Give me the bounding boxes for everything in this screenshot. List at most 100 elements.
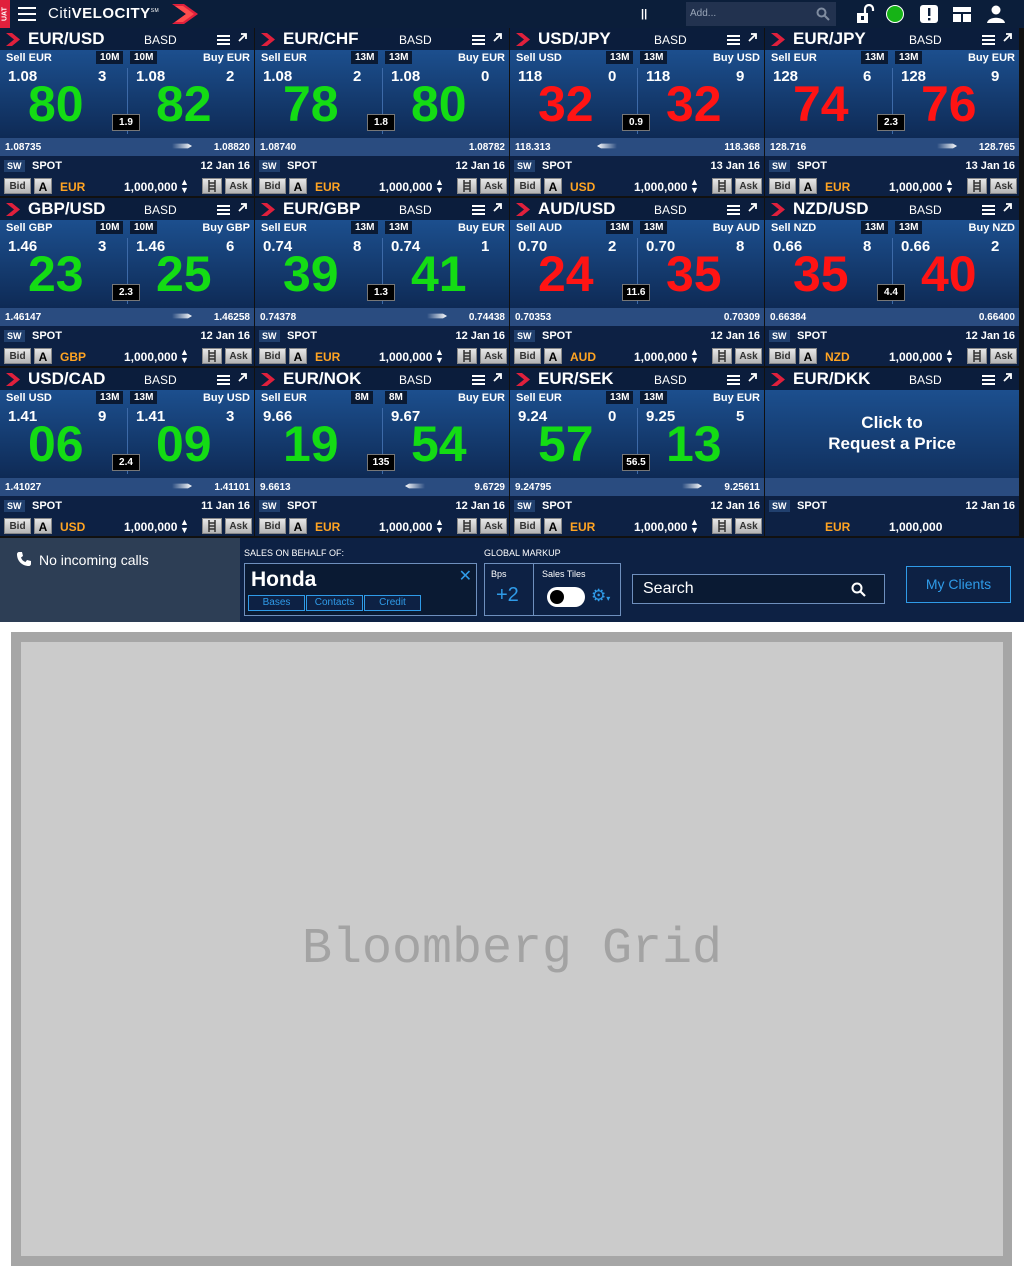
bps-value[interactable]: +2 [496,584,519,607]
notional-stepper[interactable]: ▲ ▼ [435,178,444,195]
buy-price-pips[interactable]: 40 [921,249,977,299]
tile-menu-icon[interactable] [472,35,485,47]
currency-pair[interactable]: AUD/USD [538,199,615,219]
tile-menu-icon[interactable] [472,205,485,217]
swap-button[interactable]: SW [514,500,535,512]
notional-amount[interactable]: 1,000,000 [889,520,942,534]
sell-price-pips[interactable]: 80 [28,79,84,129]
ask-button[interactable]: Ask [990,348,1017,364]
dealt-currency[interactable]: EUR [570,520,595,534]
popout-icon[interactable] [748,202,758,212]
popout-icon[interactable] [238,202,248,212]
dealt-currency[interactable]: EUR [315,350,340,364]
popout-icon[interactable] [1003,202,1013,212]
clear-client-icon[interactable]: ✕ [459,566,472,586]
search-input[interactable] [633,575,843,603]
tile-menu-icon[interactable] [727,375,740,387]
a-button[interactable]: A [289,518,307,534]
dealt-currency[interactable]: EUR [825,180,850,194]
notional-amount[interactable]: 1,000,000 [124,520,177,534]
currency-pair[interactable]: EUR/CHF [283,29,359,49]
pause-icon[interactable]: || [641,8,647,20]
tenor[interactable]: SPOT [797,330,827,342]
ladder-button[interactable] [967,348,987,364]
sell-price-pips[interactable]: 19 [283,419,339,469]
bid-button[interactable]: Bid [769,178,796,194]
sell-price-pips[interactable]: 57 [538,419,594,469]
tile-menu-icon[interactable] [982,375,995,387]
tenor[interactable]: SPOT [287,330,317,342]
swap-button[interactable]: SW [769,330,790,342]
currency-pair[interactable]: EUR/DKK [793,369,870,389]
notional-stepper[interactable]: ▲ ▼ [180,178,189,195]
gear-icon[interactable]: ⚙▾ [591,586,610,606]
tile-menu-icon[interactable] [217,375,230,387]
notional-stepper[interactable]: ▲ ▼ [945,348,954,365]
user-icon[interactable] [986,4,1006,24]
sell-price-pips[interactable]: 35 [793,249,849,299]
buy-price-pips[interactable]: 54 [411,419,467,469]
notional-amount[interactable]: 1,000,000 [124,350,177,364]
ladder-button[interactable] [202,348,222,364]
currency-pair[interactable]: GBP/USD [28,199,105,219]
currency-pair[interactable]: USD/CAD [28,369,105,389]
buy-price-pips[interactable]: 25 [156,249,212,299]
dealt-currency[interactable]: USD [60,520,85,534]
a-button[interactable]: A [34,518,52,534]
swap-button[interactable]: SW [4,330,25,342]
bid-button[interactable]: Bid [4,178,31,194]
sell-price-pips[interactable]: 78 [283,79,339,129]
buy-price-pips[interactable]: 80 [411,79,467,129]
tab-contacts[interactable]: Contacts [306,595,363,611]
my-clients-button[interactable]: My Clients [906,566,1011,603]
currency-pair[interactable]: EUR/USD [28,29,105,49]
bid-button[interactable]: Bid [514,518,541,534]
a-button[interactable]: A [799,178,817,194]
a-button[interactable]: A [34,348,52,364]
ladder-button[interactable] [967,178,987,194]
buy-price-pips[interactable]: 41 [411,249,467,299]
buy-price-pips[interactable]: 32 [666,79,722,129]
dealt-currency[interactable]: EUR [315,180,340,194]
sell-price-pips[interactable]: 74 [793,79,849,129]
popout-icon[interactable] [748,372,758,382]
bid-button[interactable]: Bid [259,518,286,534]
ask-button[interactable]: Ask [735,348,762,364]
tenor[interactable]: SPOT [542,160,572,172]
tenor[interactable]: SPOT [32,500,62,512]
ask-button[interactable]: Ask [225,518,252,534]
dealt-currency[interactable]: AUD [570,350,596,364]
buy-price-pips[interactable]: 09 [156,419,212,469]
bid-button[interactable]: Bid [514,348,541,364]
notional-stepper[interactable]: ▲ ▼ [180,518,189,535]
tenor[interactable]: SPOT [542,330,572,342]
ask-button[interactable]: Ask [990,178,1017,194]
swap-button[interactable]: SW [514,160,535,172]
currency-pair[interactable]: EUR/GBP [283,199,360,219]
notional-stepper[interactable]: ▲ ▼ [690,348,699,365]
ask-button[interactable]: Ask [225,178,252,194]
buy-price-pips[interactable]: 13 [666,419,722,469]
notional-amount[interactable]: 1,000,000 [634,180,687,194]
notional-stepper[interactable]: ▲ ▼ [690,178,699,195]
tile-menu-icon[interactable] [217,35,230,47]
buy-price-pips[interactable]: 82 [156,79,212,129]
bid-button[interactable]: Bid [4,518,31,534]
notional-stepper[interactable]: ▲ ▼ [435,518,444,535]
notional-amount[interactable]: 1,000,000 [379,180,432,194]
ladder-button[interactable] [712,518,732,534]
dealt-currency[interactable]: EUR [315,520,340,534]
tenor[interactable]: SPOT [287,160,317,172]
swap-button[interactable]: SW [4,500,25,512]
tenor[interactable]: SPOT [797,160,827,172]
ask-button[interactable]: Ask [735,518,762,534]
sell-price-pips[interactable]: 39 [283,249,339,299]
popout-icon[interactable] [748,32,758,42]
ladder-button[interactable] [712,178,732,194]
bps-box[interactable]: Bps +2 [485,564,534,615]
popout-icon[interactable] [493,372,503,382]
swap-button[interactable]: SW [4,160,25,172]
notional-amount[interactable]: 1,000,000 [379,520,432,534]
a-button[interactable]: A [34,178,52,194]
popout-icon[interactable] [1003,372,1013,382]
